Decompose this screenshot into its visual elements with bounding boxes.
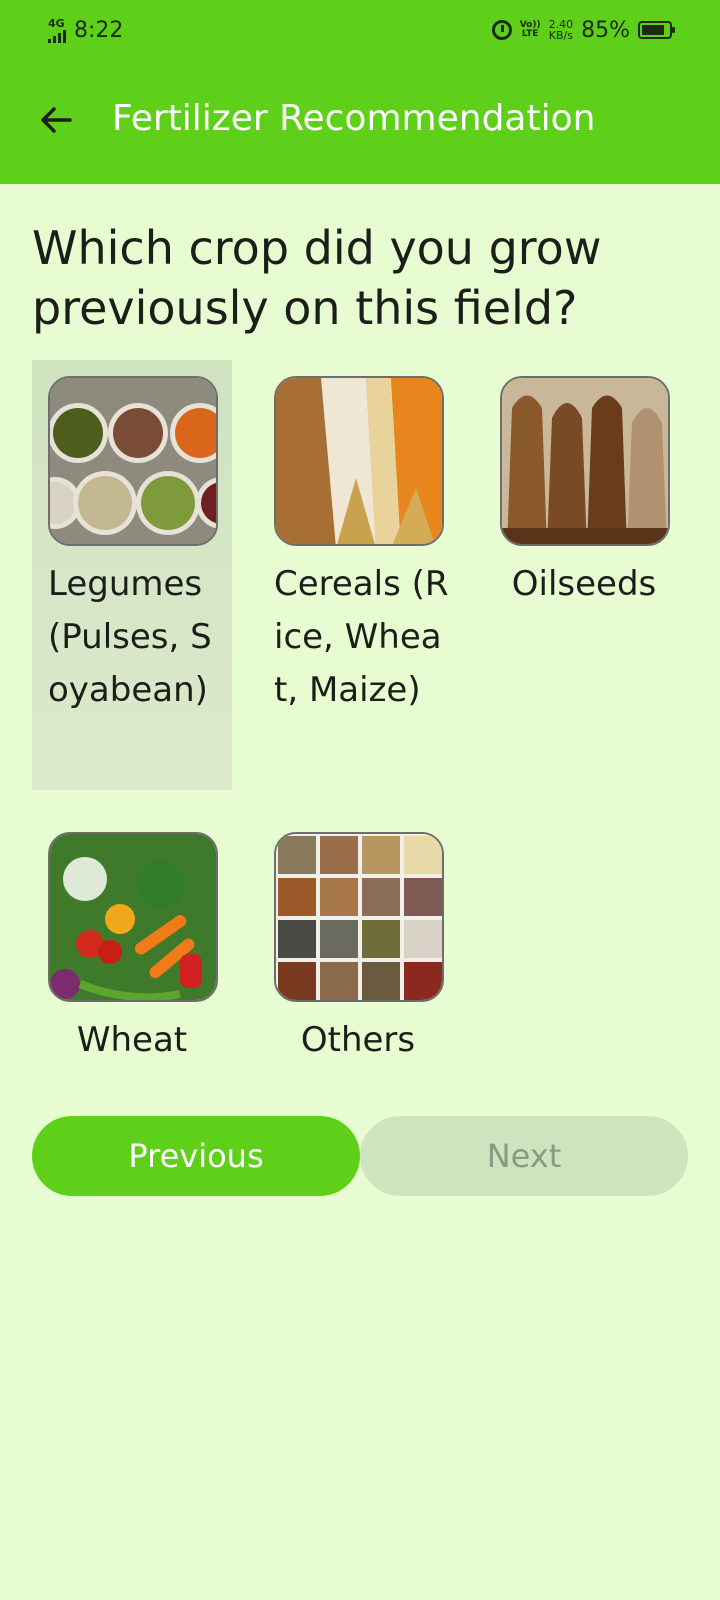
- option-others[interactable]: Others: [258, 816, 458, 1066]
- speed-unit: KB/s: [548, 29, 573, 42]
- oilseeds-photo: [500, 376, 670, 546]
- volte-bottom: LTE: [521, 29, 539, 39]
- network-type: 4G: [48, 16, 65, 30]
- others-grid-photo: [274, 832, 444, 1002]
- legumes-photo: [48, 376, 218, 546]
- signal-icon: [48, 29, 66, 43]
- previous-button[interactable]: Previous: [32, 1116, 360, 1196]
- option-label: Oilseeds: [511, 564, 657, 604]
- option-wheat[interactable]: Wheat: [32, 816, 232, 1066]
- option-label: Wheat: [76, 1020, 188, 1060]
- network-speed: 2.40 KB/s: [549, 19, 574, 41]
- battery-icon: [638, 21, 675, 39]
- alarm-icon: [491, 20, 512, 40]
- clock: 8:22: [74, 17, 124, 43]
- cereals-photo: [274, 376, 444, 546]
- option-cereals[interactable]: Cereals (Rice, Wheat, Maize): [258, 360, 458, 790]
- option-label: Others: [300, 1020, 416, 1060]
- network-indicator: 4G: [48, 18, 66, 43]
- back-button[interactable]: [36, 100, 76, 140]
- option-legumes[interactable]: Legumes (Pulses, Soyabean): [32, 360, 232, 790]
- arrow-left-icon: [41, 107, 72, 133]
- option-label: Cereals (Rice, Wheat, Maize): [274, 564, 449, 710]
- volte-icon: Vo)) LTE: [520, 21, 541, 39]
- question-heading: Which crop did you grow previously on th…: [32, 221, 602, 335]
- status-right: Vo)) LTE 2.40 KB/s 85%: [491, 17, 675, 43]
- app-bar: Fertilizer Recommendation: [0, 60, 720, 184]
- option-label: Legumes (Pulses, Soyabean): [48, 564, 212, 710]
- vegetables-photo: [48, 832, 218, 1002]
- next-button[interactable]: Next: [360, 1116, 688, 1196]
- battery-percent: 85%: [581, 17, 630, 43]
- status-bar: 4G 8:22 Vo)) LTE 2.40 KB/s 85%: [0, 0, 720, 60]
- status-left: 4G 8:22: [48, 18, 123, 43]
- page-title: Fertilizer Recommendation: [112, 98, 596, 139]
- option-oilseeds[interactable]: Oilseeds: [484, 360, 684, 610]
